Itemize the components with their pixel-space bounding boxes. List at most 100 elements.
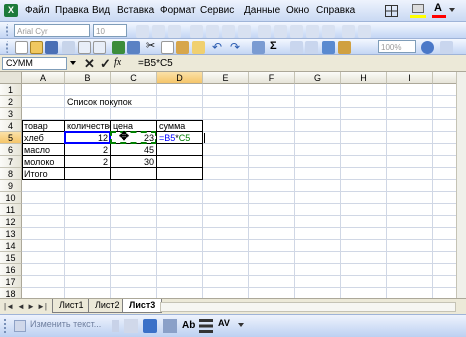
- column-header-f[interactable]: F: [249, 72, 295, 84]
- row-header-3[interactable]: 3: [0, 108, 22, 120]
- fill-color-icon[interactable]: [412, 4, 424, 13]
- zoom-combo[interactable]: 100%: [378, 40, 416, 53]
- row-header-6[interactable]: 6: [0, 144, 22, 156]
- menu-tools[interactable]: Сервис: [200, 5, 234, 16]
- row-header-1[interactable]: 1: [0, 84, 22, 96]
- edit-text-button[interactable]: Изменить текст...: [30, 319, 101, 329]
- merge-center-icon[interactable]: [238, 25, 251, 38]
- column-header-d[interactable]: D: [157, 72, 203, 84]
- menu-window[interactable]: Окно: [286, 5, 309, 16]
- align-icon[interactable]: [163, 319, 177, 333]
- format-painter-icon[interactable]: [192, 41, 205, 54]
- row-header-12[interactable]: 12: [0, 216, 22, 228]
- column-header-a[interactable]: A: [22, 72, 65, 84]
- menu-file[interactable]: Файл: [25, 5, 50, 16]
- last-sheet-icon[interactable]: ►|: [37, 302, 47, 311]
- italic-icon[interactable]: [152, 25, 165, 38]
- menu-data[interactable]: Данные: [244, 5, 280, 16]
- font-name-combo[interactable]: Arial Cyr: [14, 24, 90, 37]
- excel-app-icon[interactable]: X: [4, 4, 18, 17]
- drawing-icon[interactable]: [338, 41, 351, 54]
- more-icon[interactable]: [238, 323, 244, 327]
- help-icon[interactable]: [421, 41, 434, 54]
- name-box[interactable]: СУММ: [2, 57, 67, 70]
- wordart-icon[interactable]: [143, 319, 157, 333]
- menu-insert[interactable]: Вставка: [117, 5, 154, 16]
- chart-wizard-icon[interactable]: [322, 41, 335, 54]
- toolbar-options-icon[interactable]: [440, 41, 453, 54]
- row-header-11[interactable]: 11: [0, 204, 22, 216]
- cell-b6[interactable]: 2: [65, 144, 110, 156]
- cell-a4[interactable]: товар: [22, 120, 50, 132]
- formula-input[interactable]: =B5*C5: [138, 58, 173, 69]
- font-color-icon[interactable]: A: [434, 2, 442, 14]
- cell-a8[interactable]: Итого: [22, 168, 50, 180]
- print-preview-icon[interactable]: [93, 41, 106, 54]
- cell-d5[interactable]: =B5*C5: [157, 132, 192, 144]
- autosum-icon[interactable]: Σ: [270, 40, 283, 53]
- vertical-text-icon[interactable]: Ab: [182, 320, 195, 331]
- prev-sheet-icon[interactable]: ◄: [17, 302, 25, 311]
- sheet-tab-1[interactable]: Лист1: [52, 299, 91, 313]
- row-header-13[interactable]: 13: [0, 228, 22, 240]
- row-header-8[interactable]: 8: [0, 168, 22, 180]
- redo-icon[interactable]: ↷: [230, 40, 243, 54]
- copy-icon[interactable]: [161, 41, 174, 54]
- cell-b7[interactable]: 2: [65, 156, 110, 168]
- column-header-g[interactable]: G: [295, 72, 341, 84]
- undo-icon[interactable]: ↶: [212, 40, 225, 54]
- cell-b2[interactable]: Список покупок: [65, 96, 134, 108]
- cell-b5[interactable]: 12: [65, 132, 110, 144]
- column-header-e[interactable]: E: [203, 72, 249, 84]
- column-header-h[interactable]: H: [341, 72, 387, 84]
- align-right-icon[interactable]: [222, 25, 235, 38]
- row-header-2[interactable]: 2: [0, 96, 22, 108]
- sort-asc-icon[interactable]: [290, 41, 303, 54]
- decrease-decimal-icon[interactable]: [322, 25, 335, 38]
- line-style-icon[interactable]: [199, 319, 213, 333]
- spelling-icon[interactable]: [112, 41, 125, 54]
- increase-indent-icon[interactable]: [358, 25, 371, 38]
- increase-decimal-icon[interactable]: [306, 25, 319, 38]
- row-header-7[interactable]: 7: [0, 156, 22, 168]
- column-header-c[interactable]: C: [111, 72, 157, 84]
- row-header-4[interactable]: 4: [0, 120, 22, 132]
- row-header-18[interactable]: 18: [0, 288, 22, 298]
- sheet-tab-2[interactable]: Лист2: [88, 299, 127, 313]
- row-header-17[interactable]: 17: [0, 276, 22, 288]
- cell-a6[interactable]: масло: [22, 144, 52, 156]
- comma-style-icon[interactable]: [290, 25, 303, 38]
- print-icon[interactable]: [78, 41, 91, 54]
- open-folder-icon[interactable]: [30, 41, 43, 54]
- spacing-icon[interactable]: AV: [218, 318, 230, 328]
- cell-a7[interactable]: молоко: [22, 156, 56, 168]
- insert-function-icon[interactable]: fx: [114, 57, 121, 68]
- text-tool-icon[interactable]: [14, 320, 26, 332]
- shape-icon[interactable]: [124, 319, 138, 333]
- cell-c5[interactable]: 23: [111, 132, 156, 144]
- cell-c7[interactable]: 30: [111, 156, 156, 168]
- hyperlink-icon[interactable]: [252, 41, 265, 54]
- decrease-indent-icon[interactable]: [342, 25, 355, 38]
- align-center-icon[interactable]: [206, 25, 219, 38]
- first-sheet-icon[interactable]: |◄: [4, 302, 14, 311]
- sheet-tab-3-active[interactable]: Лист3: [122, 299, 163, 313]
- paste-icon[interactable]: [176, 41, 189, 54]
- sort-desc-icon[interactable]: [305, 41, 318, 54]
- menu-view[interactable]: Вид: [92, 5, 110, 16]
- row-header-15[interactable]: 15: [0, 252, 22, 264]
- row-header-16[interactable]: 16: [0, 264, 22, 276]
- row-header-14[interactable]: 14: [0, 240, 22, 252]
- row-header-9[interactable]: 9: [0, 180, 22, 192]
- new-document-icon[interactable]: [15, 41, 28, 54]
- menu-edit[interactable]: Правка: [55, 5, 89, 16]
- cell-c6[interactable]: 45: [111, 144, 156, 156]
- enter-check-icon[interactable]: ✓: [100, 56, 111, 72]
- table-grid-icon[interactable]: [385, 5, 398, 17]
- name-box-dropdown-icon[interactable]: [70, 61, 76, 65]
- cancel-icon[interactable]: ✕: [84, 56, 95, 72]
- dropdown-icon[interactable]: [112, 320, 119, 332]
- menu-help[interactable]: Справка: [316, 5, 355, 16]
- select-all-corner[interactable]: [0, 72, 22, 84]
- horizontal-scrollbar[interactable]: [160, 302, 456, 312]
